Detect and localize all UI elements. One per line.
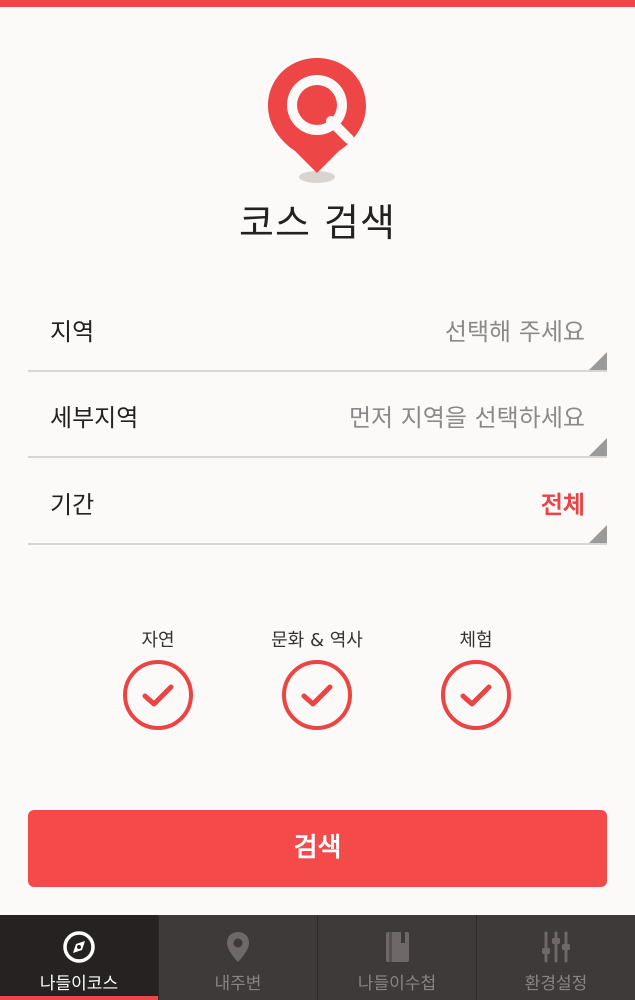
tab-nearby-label: 내주변	[214, 974, 262, 994]
category-nature-label: 자연	[141, 630, 175, 651]
location-pin-icon	[227, 932, 249, 962]
category-culture-history: 문화 & 역사	[247, 626, 387, 730]
category-culture-checkbox[interactable]	[282, 660, 352, 730]
dropdown-corner-icon	[589, 352, 607, 370]
checkmark-icon	[142, 684, 174, 707]
checkmark-icon	[301, 684, 333, 707]
category-experience-checkbox[interactable]	[441, 660, 511, 730]
bottom-tab-bar: 나들이코스 내주변 나들이수첩 환경설정	[0, 915, 635, 1000]
tab-settings[interactable]: 환경설정	[477, 915, 635, 1000]
region-value: 선택해 주세요	[444, 318, 585, 346]
checkmark-icon	[460, 684, 492, 707]
category-nature-checkbox[interactable]	[123, 660, 193, 730]
tab-notebook-label: 나들이수첩	[357, 974, 437, 994]
category-culture-label: 문화 & 역사	[271, 630, 363, 651]
period-select[interactable]: 기간 전체	[28, 465, 607, 545]
page-title: 코스 검색	[239, 201, 396, 245]
subregion-label: 세부지역	[50, 404, 139, 432]
period-label: 기간	[50, 491, 95, 519]
map-pin-search-icon	[268, 58, 366, 183]
region-label: 지역	[50, 318, 95, 346]
subregion-value: 먼저 지역을 선택하세요	[348, 404, 585, 432]
category-experience-label: 체험	[459, 630, 493, 651]
top-accent-bar	[0, 0, 635, 7]
dropdown-corner-icon	[589, 438, 607, 456]
compass-icon	[63, 931, 95, 963]
dropdown-corner-icon	[589, 525, 607, 543]
region-select[interactable]: 지역 선택해 주세요	[28, 292, 607, 372]
notebook-icon	[386, 932, 409, 962]
tab-nearby[interactable]: 내주변	[159, 915, 318, 1000]
category-nature: 자연	[88, 626, 228, 730]
tab-course[interactable]: 나들이코스	[0, 915, 159, 1000]
category-experience: 체험	[406, 626, 546, 730]
period-value: 전체	[540, 491, 585, 519]
search-button[interactable]: 검색	[28, 810, 607, 887]
subregion-select[interactable]: 세부지역 먼저 지역을 선택하세요	[28, 378, 607, 458]
tab-course-label: 나들이코스	[39, 974, 119, 994]
tab-notebook[interactable]: 나들이수첩	[318, 915, 477, 1000]
sliders-icon	[542, 931, 570, 963]
tab-settings-label: 환경설정	[524, 974, 588, 994]
